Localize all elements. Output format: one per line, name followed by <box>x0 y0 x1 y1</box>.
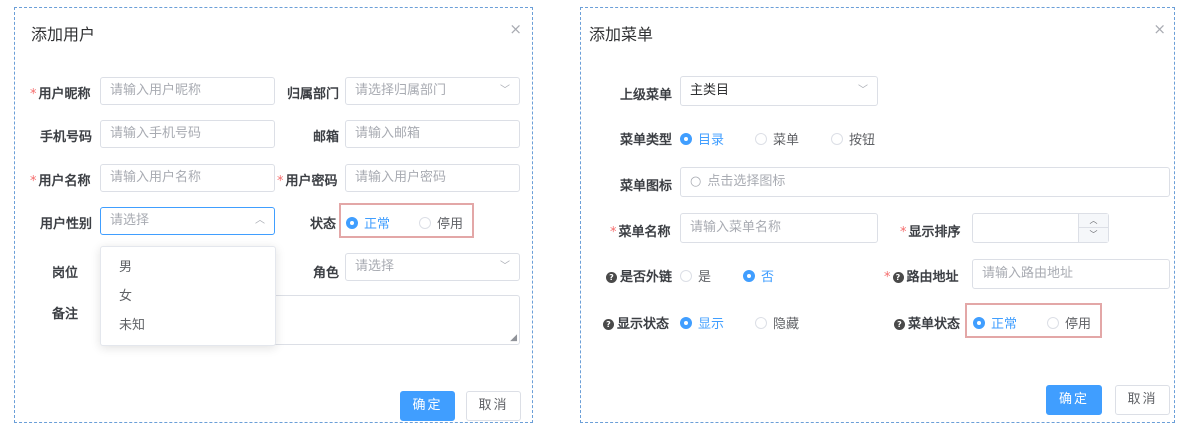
nickname-label: * 用户昵称 <box>30 87 91 102</box>
visible-status-label: ? 显示状态 <box>603 313 669 332</box>
dialog-title: 添加用户 <box>31 25 96 44</box>
status-label: 状态 <box>310 217 337 232</box>
menu-status-radio-normal[interactable]: 正常 <box>973 313 1017 332</box>
menu-type-radio-button[interactable]: 按钮 <box>831 129 875 148</box>
external-radio-yes[interactable]: 是 <box>680 266 711 285</box>
dept-select[interactable]: 请选择归属部门 ﹀ <box>345 77 520 105</box>
dropdown-option-male[interactable]: 男 <box>101 253 275 282</box>
menu-type-radio-directory[interactable]: 目录 <box>680 129 724 148</box>
question-circle-icon: ? <box>892 272 904 283</box>
menu-type-label: 菜单类型 <box>620 133 673 148</box>
parent-menu-label: 上级菜单 <box>620 88 673 103</box>
external-link-label: ? 是否外链 <box>606 266 672 285</box>
remark-label: 备注 <box>52 307 79 322</box>
quantity-stepper[interactable]: ︿ ﹀ <box>1078 214 1108 242</box>
menu-status-label: ? 菜单状态 <box>894 313 960 332</box>
search-icon: ○ <box>690 174 702 189</box>
role-label: 角色 <box>313 266 340 281</box>
external-radio-no[interactable]: 否 <box>743 266 774 285</box>
resize-handle-icon[interactable]: ◢ <box>510 333 517 343</box>
visible-radio-show[interactable]: 显示 <box>680 313 724 332</box>
dialog-title: 添加菜单 <box>589 25 654 44</box>
post-label: 岗位 <box>52 266 79 281</box>
gender-dropdown: 男 女 未知 <box>100 246 276 346</box>
password-input[interactable]: 请输入用户密码 <box>345 164 520 192</box>
chevron-down-icon[interactable]: ﹀ <box>1078 228 1108 242</box>
phone-label: 手机号码 <box>40 130 93 145</box>
close-icon[interactable]: × <box>1153 20 1166 38</box>
password-label: * 用户密码 <box>277 174 338 189</box>
visible-radio-hide[interactable]: 隐藏 <box>755 313 799 332</box>
menu-name-label: * 菜单名称 <box>610 225 671 240</box>
cancel-button[interactable]: 取消 <box>466 391 521 421</box>
phone-input[interactable]: 请输入手机号码 <box>100 120 275 148</box>
menu-icon-label: 菜单图标 <box>620 179 673 194</box>
menu-name-input[interactable]: 请输入菜单名称 <box>680 213 878 243</box>
gender-label: 用户性别 <box>40 217 93 232</box>
route-input[interactable]: 请输入路由地址 <box>972 259 1170 289</box>
close-icon[interactable]: × <box>509 20 522 38</box>
parent-menu-select[interactable]: 主类目 ﹀ <box>680 76 878 106</box>
chevron-up-icon: ︿ <box>255 215 265 226</box>
chevron-down-icon: ﹀ <box>858 85 868 96</box>
username-label: * 用户名称 <box>30 174 91 189</box>
dropdown-option-female[interactable]: 女 <box>101 282 275 311</box>
email-input[interactable]: 请输入邮箱 <box>345 120 520 148</box>
confirm-button[interactable]: 确定 <box>1046 385 1102 415</box>
question-circle-icon: ? <box>894 319 905 330</box>
menu-type-radio-menu[interactable]: 菜单 <box>755 129 799 148</box>
chevron-up-icon[interactable]: ︿ <box>1078 214 1108 228</box>
route-label: *? 路由地址 <box>884 270 959 285</box>
username-input[interactable]: 请输入用户名称 <box>100 164 275 192</box>
dept-label: 归属部门 <box>287 87 340 102</box>
dropdown-option-unknown[interactable]: 未知 <box>101 311 275 340</box>
menu-icon-input[interactable]: ○ 点击选择图标 <box>680 167 1170 197</box>
chevron-down-icon: ﹀ <box>500 261 510 272</box>
menu-status-radio-disabled[interactable]: 停用 <box>1047 313 1091 332</box>
display-order-label: * 显示排序 <box>900 225 961 240</box>
cancel-button[interactable]: 取消 <box>1115 385 1170 415</box>
question-circle-icon: ? <box>606 272 617 283</box>
status-radio-disabled[interactable]: 停用 <box>419 213 463 232</box>
gender-select[interactable]: 请选择 ︿ <box>100 207 275 235</box>
confirm-button[interactable]: 确定 <box>400 391 455 421</box>
question-circle-icon: ? <box>603 319 614 330</box>
nickname-input[interactable]: 请输入用户昵称 <box>100 77 275 105</box>
chevron-down-icon: ﹀ <box>500 85 510 96</box>
status-radio-normal[interactable]: 正常 <box>346 213 390 232</box>
email-label: 邮箱 <box>313 130 340 145</box>
role-select[interactable]: 请选择 ﹀ <box>345 253 520 281</box>
